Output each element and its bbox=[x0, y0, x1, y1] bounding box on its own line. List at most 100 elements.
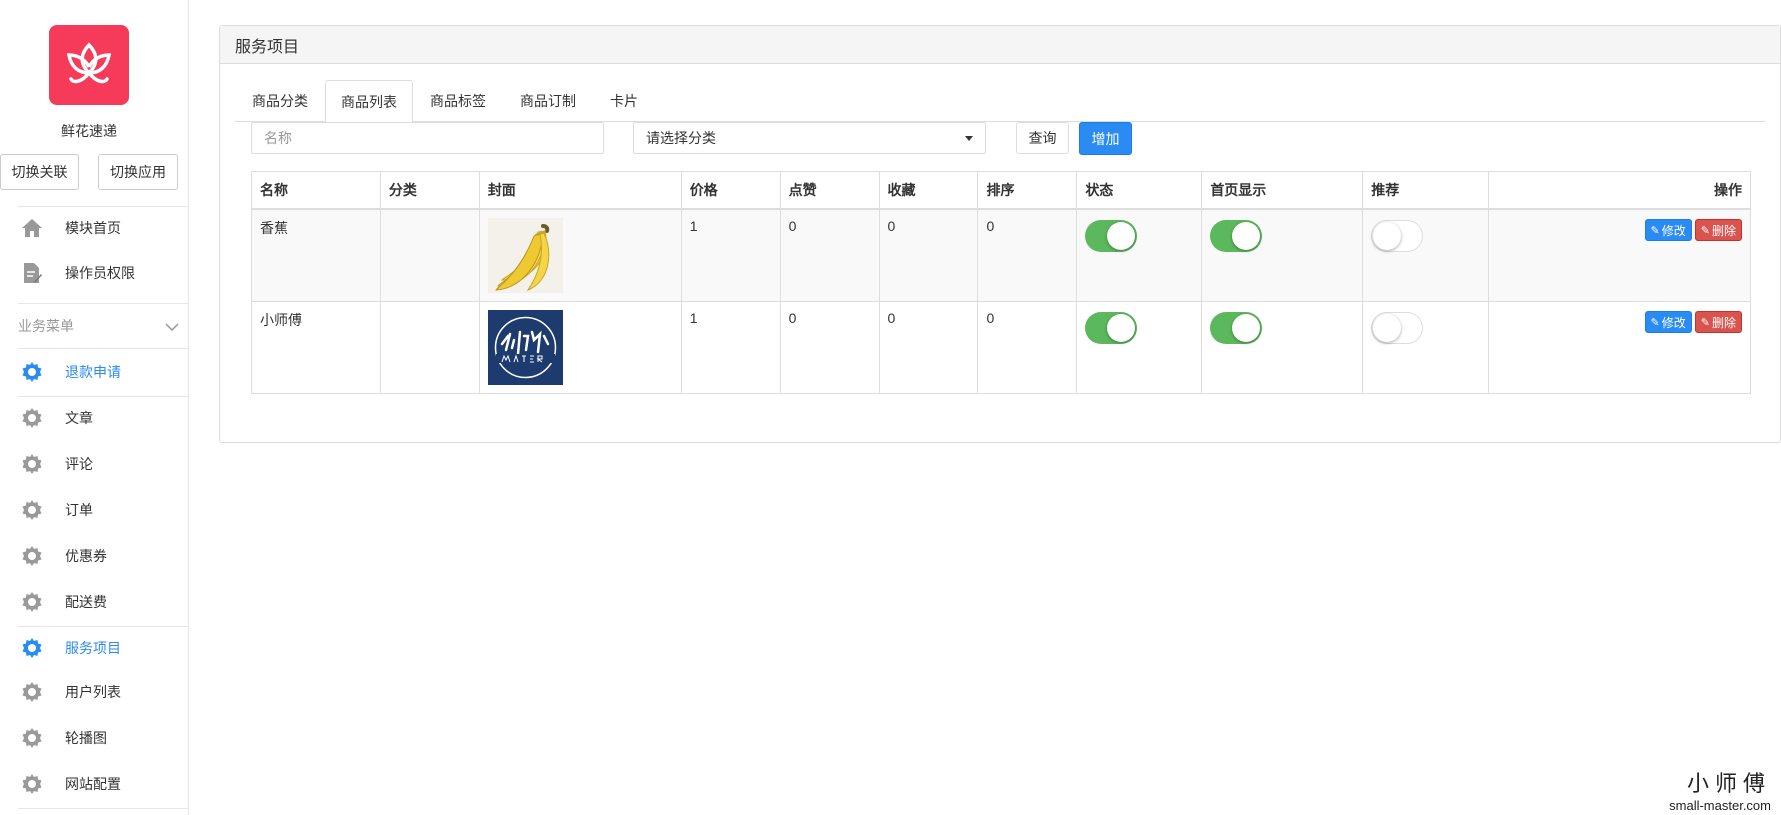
watermark: 小师傅 small-master.com bbox=[1669, 766, 1771, 813]
gear-icon bbox=[20, 772, 44, 796]
nav-item-label: 订单 bbox=[65, 502, 93, 518]
edit-button[interactable]: ✎ 修改 bbox=[1644, 311, 1692, 333]
name-search-input[interactable] bbox=[251, 122, 604, 154]
product-table: 名称 分类 封面 价格 点赞 收藏 排序 状态 首页显示 推荐 操作 香蕉 1 … bbox=[251, 171, 1751, 394]
edit-icon: ✎ bbox=[1700, 224, 1710, 237]
edit-button[interactable]: ✎ 修改 bbox=[1644, 219, 1692, 241]
status-toggle[interactable] bbox=[1085, 220, 1138, 252]
column-header: 推荐 bbox=[1362, 171, 1490, 210]
cell-cover bbox=[478, 208, 682, 302]
column-header: 封面 bbox=[478, 171, 682, 210]
nav-item-business[interactable]: 用户列表 bbox=[18, 670, 189, 714]
nav-item-label: 轮播图 bbox=[65, 730, 107, 746]
tab-product-custom[interactable]: 商品订制 bbox=[503, 80, 593, 122]
nav-item-business[interactable]: 服务项目 bbox=[18, 626, 189, 670]
column-header: 分类 bbox=[379, 171, 480, 210]
table-row: 香蕉 1 0 0 0 ✎ 修改 ✎ 删除 bbox=[251, 208, 1751, 302]
tab-product-tags[interactable]: 商品标签 bbox=[413, 80, 503, 122]
cell-name: 香蕉 bbox=[251, 208, 381, 302]
master-logo-image bbox=[487, 310, 563, 385]
gear-icon bbox=[20, 680, 44, 704]
banana-image bbox=[487, 218, 563, 293]
switch-app-button[interactable]: 切换应用 bbox=[98, 154, 178, 190]
edit-icon: ✎ bbox=[1650, 224, 1660, 237]
cell-price: 1 bbox=[680, 301, 781, 394]
nav-item-business[interactable]: 网站配置 bbox=[18, 762, 189, 806]
column-header: 收藏 bbox=[878, 171, 979, 210]
toggle-knob bbox=[1373, 222, 1402, 250]
nav-item-label: 配送费 bbox=[65, 594, 107, 610]
home-icon bbox=[20, 216, 44, 240]
gear-icon bbox=[20, 360, 44, 384]
nav-item-business[interactable]: 文章 bbox=[18, 396, 189, 440]
nav-item-home[interactable]: 模块首页 bbox=[18, 206, 189, 250]
toggle-knob bbox=[1107, 222, 1136, 250]
column-header: 操作 bbox=[1488, 171, 1751, 210]
column-header: 名称 bbox=[251, 171, 381, 210]
cell-actions: ✎ 修改 ✎ 删除 bbox=[1488, 301, 1751, 394]
nav-item-business[interactable]: 配送费 bbox=[18, 580, 189, 624]
gear-icon bbox=[20, 498, 44, 522]
nav-item-business[interactable]: 评论 bbox=[18, 442, 189, 486]
nav-item-label: 操作员权限 bbox=[65, 265, 135, 281]
column-header: 状态 bbox=[1076, 171, 1203, 210]
toggle-knob bbox=[1107, 314, 1136, 342]
gear-icon bbox=[20, 726, 44, 750]
cell-home-display bbox=[1201, 208, 1364, 302]
nav-item-permissions[interactable]: 操作员权限 bbox=[18, 251, 189, 295]
document-edit-icon bbox=[20, 261, 44, 285]
toggle-knob bbox=[1232, 222, 1261, 250]
query-button[interactable]: 查询 bbox=[1016, 122, 1069, 154]
nav-item-label: 服务项目 bbox=[65, 640, 121, 656]
nav-item-business[interactable]: 退款申请 bbox=[18, 350, 189, 394]
cell-name: 小师傅 bbox=[251, 301, 381, 394]
nav-item-business[interactable]: 优惠券 bbox=[18, 534, 189, 578]
table-header-row: 名称 分类 封面 价格 点赞 收藏 排序 状态 首页显示 推荐 操作 bbox=[251, 171, 1751, 210]
cell-cover bbox=[478, 301, 682, 394]
nav-group-business[interactable]: 业务菜单 bbox=[18, 303, 189, 349]
nav-divider bbox=[18, 808, 189, 809]
delete-button[interactable]: ✎ 删除 bbox=[1694, 311, 1742, 333]
nav-group-label: 业务菜单 bbox=[18, 318, 74, 334]
cell-likes: 0 bbox=[779, 208, 880, 302]
home-display-toggle[interactable] bbox=[1210, 312, 1263, 344]
status-toggle[interactable] bbox=[1085, 312, 1138, 344]
recommend-toggle[interactable] bbox=[1371, 312, 1424, 344]
nav-item-label: 评论 bbox=[65, 456, 93, 472]
switch-link-button[interactable]: 切换关联 bbox=[0, 154, 79, 190]
gear-icon bbox=[20, 406, 44, 430]
cell-category bbox=[379, 208, 480, 302]
delete-button[interactable]: ✎ 删除 bbox=[1694, 219, 1742, 241]
recommend-toggle[interactable] bbox=[1371, 220, 1424, 252]
cell-favorites: 0 bbox=[878, 301, 979, 394]
tab-category[interactable]: 商品分类 bbox=[235, 80, 325, 122]
column-header: 首页显示 bbox=[1201, 171, 1364, 210]
add-button[interactable]: 增加 bbox=[1079, 122, 1132, 155]
nav-item-label: 用户列表 bbox=[65, 684, 121, 700]
cell-home-display bbox=[1201, 301, 1364, 394]
cell-favorites: 0 bbox=[878, 208, 979, 302]
watermark-url: small-master.com bbox=[1669, 798, 1771, 813]
nav-item-business[interactable]: 订单 bbox=[18, 488, 189, 532]
nav-item-label: 网站配置 bbox=[65, 776, 121, 792]
nav-item-label: 文章 bbox=[65, 410, 93, 426]
home-display-toggle[interactable] bbox=[1210, 220, 1263, 252]
tab-cards[interactable]: 卡片 bbox=[593, 80, 655, 122]
category-select[interactable]: 请选择分类 bbox=[633, 122, 986, 154]
cell-price: 1 bbox=[680, 208, 781, 302]
category-select-value: 请选择分类 bbox=[646, 130, 716, 146]
delete-label: 删除 bbox=[1711, 315, 1736, 330]
cell-status bbox=[1076, 208, 1203, 302]
app-name: 鲜花速递 bbox=[61, 123, 117, 139]
tab-product-list[interactable]: 商品列表 bbox=[325, 80, 413, 123]
cell-likes: 0 bbox=[779, 301, 880, 394]
nav-item-business[interactable]: 轮播图 bbox=[18, 716, 189, 760]
cell-actions: ✎ 修改 ✎ 删除 bbox=[1488, 208, 1751, 302]
nav-divider bbox=[18, 396, 189, 397]
gear-icon bbox=[20, 452, 44, 476]
edit-icon: ✎ bbox=[1700, 316, 1710, 329]
service-items-panel: 服务项目 商品分类 商品列表 商品标签 商品订制 卡片 请选择分类 查询 增加 … bbox=[219, 25, 1781, 443]
column-header: 排序 bbox=[977, 171, 1078, 210]
cell-sort: 0 bbox=[977, 301, 1078, 394]
toggle-knob bbox=[1373, 314, 1402, 342]
